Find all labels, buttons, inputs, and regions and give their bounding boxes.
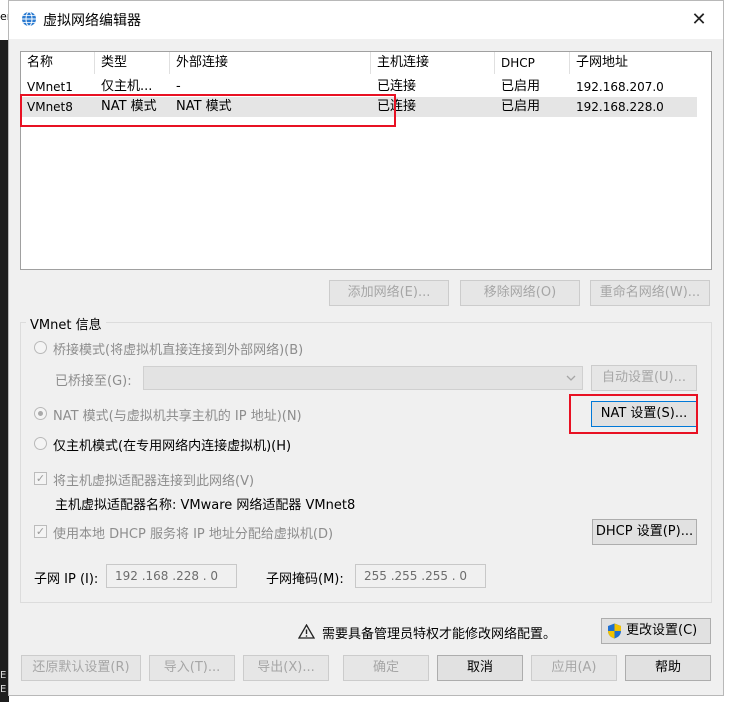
dhcp-settings-button[interactable]: DHCP 设置(P)... <box>592 519 697 545</box>
apply-button[interactable]: 应用(A) <box>531 655 617 681</box>
host-only-mode-label[interactable]: 仅主机模式(在专用网络内连接虚拟机)(H) <box>53 435 291 454</box>
warning-icon <box>298 624 315 639</box>
use-dhcp-label[interactable]: 使用本地 DHCP 服务将 IP 地址分配给虚拟机(D) <box>53 523 333 542</box>
cancel-button[interactable]: 取消 <box>437 655 523 681</box>
background-text-fragment: E <box>0 670 7 681</box>
ok-button[interactable]: 确定 <box>343 655 429 681</box>
column-header-external[interactable]: 外部连接 <box>170 52 371 74</box>
host-only-mode-radio[interactable] <box>34 437 47 450</box>
connect-adapter-label[interactable]: 将主机虚拟适配器连接到此网络(V) <box>53 470 254 489</box>
title-bar: 虚拟网络编辑器 ✕ <box>9 1 723 39</box>
connect-adapter-checkbox[interactable]: ✓ <box>34 472 47 485</box>
column-header-host[interactable]: 主机连接 <box>371 52 495 74</box>
bridge-mode-label[interactable]: 桥接模式(将虚拟机直接连接到外部网络)(B) <box>53 339 303 358</box>
window-title: 虚拟网络编辑器 <box>43 13 141 29</box>
remove-network-button[interactable]: 移除网络(O) <box>460 280 580 306</box>
subnet-mask-label: 子网掩码(M): <box>266 572 344 587</box>
column-header-name[interactable]: 名称 <box>21 52 95 74</box>
subnet-mask-field[interactable]: 255 .255 .255 . 0 <box>355 564 486 588</box>
change-settings-button[interactable]: 更改设置(C) <box>601 618 711 644</box>
import-button[interactable]: 导入(T)... <box>149 655 235 681</box>
cell-dhcp: 已启用 <box>501 79 541 94</box>
virtual-network-editor-dialog: 虚拟网络编辑器 ✕ 名称 类型 外部连接 主机连接 DHCP 子网地址 VMne… <box>8 0 724 696</box>
help-button[interactable]: 帮助 <box>625 655 711 681</box>
admin-warning-text: 需要具备管理员特权才能修改网络配置。 <box>322 627 557 642</box>
uac-shield-icon <box>608 623 621 639</box>
nat-mode-radio[interactable] <box>34 407 47 420</box>
chevron-down-icon <box>566 375 576 381</box>
bridge-mode-radio[interactable] <box>34 341 47 354</box>
column-header-type[interactable]: 类型 <box>95 52 170 74</box>
vmnet-info-legend: VMnet 信息 <box>26 314 106 333</box>
restore-defaults-button[interactable]: 还原默认设置(R) <box>21 655 141 681</box>
change-settings-label: 更改设置(C) <box>626 623 698 638</box>
use-dhcp-checkbox[interactable]: ✓ <box>34 525 47 538</box>
adapter-name-text: 主机虚拟适配器名称: VMware 网络适配器 VMnet8 <box>55 498 356 513</box>
rename-network-button[interactable]: 重命名网络(W)... <box>590 280 710 306</box>
background-text-fragment: E <box>0 684 7 695</box>
cell-subnet: 192.168.207.0 <box>576 80 664 94</box>
cell-subnet: 192.168.228.0 <box>576 100 664 114</box>
subnet-ip-field[interactable]: 192 .168 .228 . 0 <box>106 564 237 588</box>
close-icon[interactable]: ✕ <box>681 5 717 35</box>
auto-settings-button[interactable]: 自动设置(U)... <box>591 365 697 391</box>
column-header-subnet[interactable]: 子网地址 <box>570 52 697 74</box>
bridged-to-select[interactable] <box>143 366 583 390</box>
cell-dhcp: 已启用 <box>501 99 541 114</box>
nat-mode-label[interactable]: NAT 模式(与虚拟机共享主机的 IP 地址)(N) <box>53 405 302 424</box>
export-button[interactable]: 导出(X)... <box>243 655 329 681</box>
add-network-button[interactable]: 添加网络(E)... <box>329 280 449 306</box>
column-header-dhcp[interactable]: DHCP <box>495 52 570 74</box>
bridged-to-label: 已桥接至(G): <box>55 374 132 389</box>
network-table[interactable]: 名称 类型 外部连接 主机连接 DHCP 子网地址 VMnet1 仅主机... … <box>20 51 712 270</box>
subnet-ip-label: 子网 IP (I): <box>34 572 99 587</box>
highlight-box-selected-row <box>20 94 396 127</box>
highlight-box-nat-settings <box>569 394 698 434</box>
network-globe-icon <box>22 11 36 27</box>
